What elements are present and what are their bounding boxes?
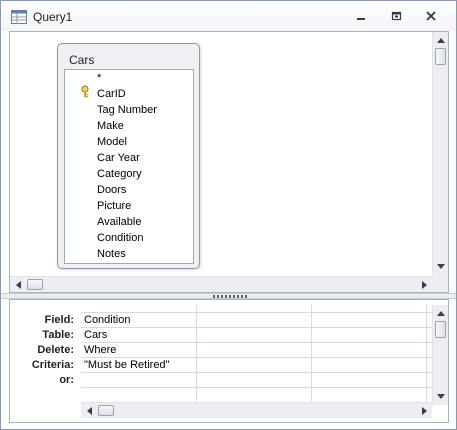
query-design-icon[interactable] [11,10,27,24]
field-list-item[interactable]: CarID [97,88,126,100]
lower-vscroll-thumb[interactable] [435,321,446,338]
lower-hscroll-thumb[interactable] [98,405,114,416]
scroll-right-icon[interactable] [416,277,432,292]
field-list-item[interactable]: * [97,72,101,84]
field-list-item[interactable]: Available [97,216,141,228]
criteria-cell[interactable]: "Must be Retired" [81,358,197,373]
restore-icon[interactable] [385,8,407,24]
row-label-table: Table: [42,329,74,341]
lower-vertical-scrollbar[interactable] [432,305,448,405]
row-label-criteria: Criteria: [31,359,74,371]
splitter-grip[interactable] [213,295,247,298]
field-list-item[interactable]: Make [97,120,124,132]
field-list-item[interactable]: Category [97,168,142,180]
design-grid-pane[interactable]: Field: Table: Delete: Criteria: or: Cond… [9,299,449,423]
upper-hscroll-thumb[interactable] [27,279,43,290]
or-cell[interactable] [312,373,427,388]
upper-vscroll-thumb[interactable] [435,48,446,65]
column-selector[interactable] [197,305,312,313]
grid-row-criteria: "Must be Retired" [81,358,432,373]
scroll-down-icon[interactable] [433,258,448,274]
column-selector[interactable] [312,305,427,313]
lower-horizontal-scrollbar[interactable] [81,402,432,418]
field-list-item[interactable]: Doors [97,184,126,196]
table-box-title: Cars [69,53,95,67]
close-icon[interactable] [420,8,442,24]
field-list-item[interactable]: Notes [97,248,126,260]
blank-cell[interactable] [312,388,427,403]
scroll-down-icon[interactable] [433,388,448,404]
delete-cell[interactable]: Where [81,343,197,358]
scroll-right-icon[interactable] [416,403,432,419]
field-list-item[interactable]: Picture [97,200,131,212]
column-selector[interactable] [81,305,197,313]
window-title: Query1 [33,10,73,24]
delete-cell[interactable] [312,343,427,358]
query-design-window: Query1 Cars * CarID Tag Number Make Mode… [0,0,457,430]
criteria-cell[interactable] [312,358,427,373]
upper-vertical-scrollbar[interactable] [432,32,448,276]
minimize-icon[interactable] [350,8,372,24]
table-cell[interactable]: Cars [81,328,197,343]
field-list-item[interactable]: Tag Number [97,104,157,116]
field-list-item[interactable]: Condition [97,232,143,244]
field-list-item[interactable]: Car Year [97,152,140,164]
title-bar[interactable]: Query1 [1,1,456,31]
field-cell[interactable] [197,313,312,328]
upper-horizontal-scrollbar[interactable] [10,276,432,292]
scroll-up-icon[interactable] [433,305,448,321]
blank-cell[interactable] [81,388,197,403]
row-label-delete: Delete: [37,344,74,356]
or-cell[interactable] [197,373,312,388]
row-label-field: Field: [44,314,74,326]
row-label-or: or: [59,374,74,386]
grid-row-or [81,373,432,388]
primary-key-icon [81,85,91,98]
blank-cell[interactable] [197,388,312,403]
criteria-cell[interactable] [197,358,312,373]
or-cell[interactable] [81,373,197,388]
grid-row-table: Cars [81,328,432,343]
scroll-up-icon[interactable] [433,32,448,48]
grid-row-blank [81,388,432,403]
field-list-item[interactable]: Model [97,136,127,148]
table-cell[interactable] [312,328,427,343]
grid-row-field: Condition [81,313,432,328]
scroll-left-icon[interactable] [81,403,97,419]
scroll-left-icon[interactable] [10,277,26,292]
field-cell[interactable]: Condition [81,313,197,328]
delete-cell[interactable] [197,343,312,358]
grid-row-delete: Where [81,343,432,358]
table-diagram-pane[interactable]: Cars * CarID Tag Number Make Model Car Y… [9,31,449,293]
cars-table-box[interactable]: Cars * CarID Tag Number Make Model Car Y… [57,43,200,269]
column-selector-row[interactable] [81,305,432,313]
field-cell[interactable] [312,313,427,328]
table-cell[interactable] [197,328,312,343]
scrollbar-corner [432,276,448,292]
design-grid[interactable]: Condition Cars Where "Must be Retired" [81,305,432,405]
table-field-list[interactable]: * CarID Tag Number Make Model Car Year C… [64,69,194,264]
